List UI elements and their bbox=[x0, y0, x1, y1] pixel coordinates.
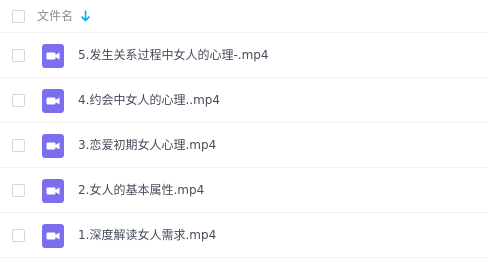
file-name[interactable]: 4.约会中女人的心理..mp4 bbox=[78, 91, 220, 109]
file-row-checkbox[interactable] bbox=[12, 184, 25, 197]
select-all-checkbox[interactable] bbox=[12, 10, 25, 23]
file-row-checkbox[interactable] bbox=[12, 229, 25, 242]
file-name[interactable]: 5.发生关系过程中女人的心理-.mp4 bbox=[78, 46, 269, 64]
file-name[interactable]: 1.深度解读女人需求.mp4 bbox=[78, 226, 216, 244]
file-row[interactable]: 1.深度解读女人需求.mp4 bbox=[0, 213, 487, 258]
file-list: 文件名 5.发生关系过程中女人的心理-.mp4 4.约会中女人的心理..mp4 … bbox=[0, 0, 487, 265]
file-name[interactable]: 2.女人的基本属性.mp4 bbox=[78, 181, 204, 199]
file-list-header: 文件名 bbox=[0, 0, 487, 33]
video-file-icon bbox=[42, 179, 64, 203]
filename-column-header[interactable]: 文件名 bbox=[37, 8, 73, 24]
video-file-icon bbox=[42, 134, 64, 158]
file-row-checkbox[interactable] bbox=[12, 94, 25, 107]
video-file-icon bbox=[42, 224, 64, 248]
file-row[interactable]: 5.发生关系过程中女人的心理-.mp4 bbox=[0, 33, 487, 78]
file-row-checkbox[interactable] bbox=[12, 139, 25, 152]
video-file-icon bbox=[42, 89, 64, 113]
file-row[interactable]: 3.恋爱初期女人心理.mp4 bbox=[0, 123, 487, 168]
file-row-checkbox[interactable] bbox=[12, 49, 25, 62]
arrow-down-icon[interactable] bbox=[80, 9, 91, 23]
file-name[interactable]: 3.恋爱初期女人心理.mp4 bbox=[78, 136, 216, 154]
video-file-icon bbox=[42, 44, 64, 68]
file-row[interactable]: 4.约会中女人的心理..mp4 bbox=[0, 78, 487, 123]
file-row[interactable]: 2.女人的基本属性.mp4 bbox=[0, 168, 487, 213]
